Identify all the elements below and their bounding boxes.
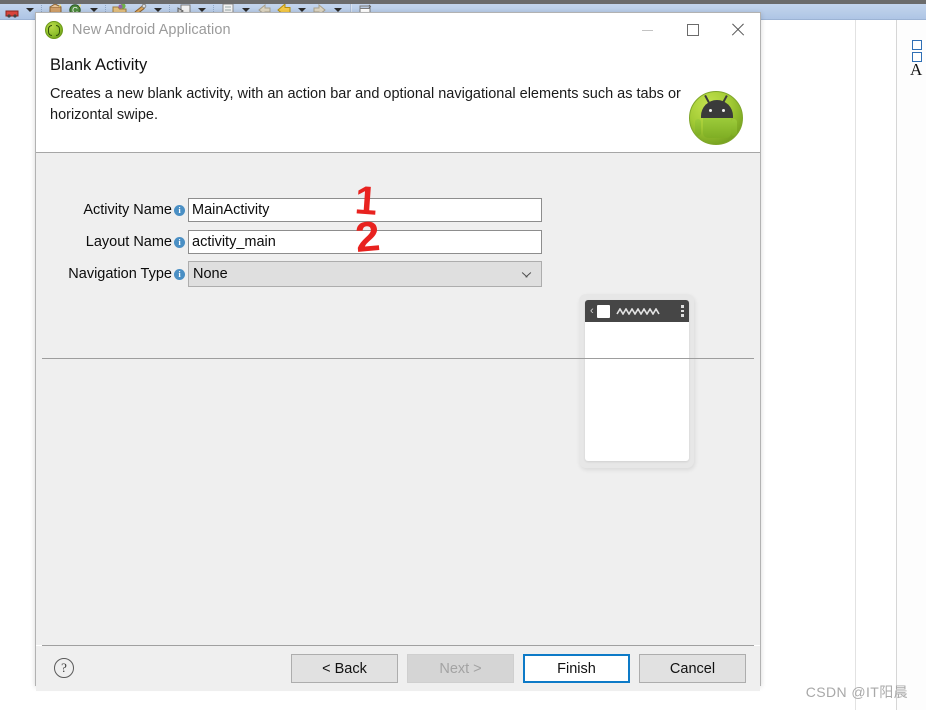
finish-button[interactable]: Finish — [523, 654, 630, 683]
toolbar-dropdown-arrow-icon-6[interactable] — [298, 7, 306, 12]
preview-action-bar: ‹ — [585, 300, 689, 322]
back-button[interactable]: < Back — [291, 654, 398, 683]
dialog-header: Blank Activity Creates a new blank activ… — [36, 47, 760, 152]
close-icon — [730, 22, 746, 38]
page-title: Blank Activity — [50, 56, 148, 74]
layout-name-input[interactable] — [188, 230, 542, 254]
next-button: Next > — [407, 654, 514, 683]
info-icon-navigation-type[interactable]: i — [174, 268, 185, 280]
activity-name-row: Activity Name i — [44, 198, 542, 222]
activity-form: Activity Name i Layout Name i Navigation… — [44, 198, 542, 294]
android-robot-icon — [689, 91, 743, 145]
navigation-type-combo[interactable]: None — [188, 261, 542, 287]
overflow-dot-3 — [681, 314, 684, 317]
overflow-menu-icon — [681, 305, 684, 317]
robot-body — [703, 118, 731, 138]
page-description: Creates a new blank activity, with an ac… — [50, 86, 681, 123]
maximize-icon — [686, 24, 699, 36]
outline-letter-a: A — [910, 60, 923, 79]
cancel-button[interactable]: Cancel — [639, 654, 746, 683]
window-controls — [625, 13, 760, 47]
preview-back-icon: ‹ — [590, 304, 594, 317]
close-button[interactable] — [715, 15, 760, 45]
body-separator — [42, 358, 754, 359]
robot-eye-right — [722, 109, 725, 112]
preview-title-placeholder — [615, 307, 677, 315]
preview-app-icon — [596, 304, 610, 318]
eclipse-right-strip — [896, 20, 926, 710]
outline-checkbox-1[interactable] — [912, 40, 922, 50]
maximize-button[interactable] — [670, 15, 715, 45]
activity-name-label: Activity Name — [83, 202, 172, 218]
footer-buttons: < Back Next > Finish Cancel — [291, 654, 746, 683]
info-icon-layout-name[interactable]: i — [174, 236, 185, 248]
overflow-dot-1 — [681, 305, 684, 308]
robot-head — [701, 100, 733, 118]
robot-arm-right — [731, 119, 737, 136]
minimize-button[interactable] — [625, 15, 670, 45]
overflow-dot-2 — [681, 309, 684, 313]
info-icon-activity-name[interactable]: i — [174, 204, 185, 216]
dialog-title: New Android Application — [72, 22, 231, 38]
android-wizard-icon — [45, 21, 63, 39]
layout-name-row: Layout Name i — [44, 230, 542, 254]
toolbar-dropdown-arrow-icon-4[interactable] — [198, 7, 206, 12]
help-icon[interactable]: ? — [54, 658, 74, 678]
minimize-icon — [642, 29, 653, 31]
preview-screen: ‹ — [585, 300, 689, 461]
dialog-body: Activity Name i Layout Name i Navigation… — [36, 153, 760, 645]
navigation-type-value: None — [193, 266, 228, 282]
new-android-application-dialog: New Android Application Blank Activity C… — [35, 12, 761, 691]
navigation-type-row: Navigation Type i None — [44, 261, 542, 287]
toolbar-dropdown-arrow-icon-2[interactable] — [90, 7, 98, 12]
toolbar-dropdown-arrow-icon-3[interactable] — [154, 7, 162, 12]
robot-eye-left — [709, 109, 712, 112]
activity-name-input[interactable] — [188, 198, 542, 222]
dialog-footer: ? < Back Next > Finish Cancel — [36, 646, 760, 691]
toolbar-dropdown-arrow-icon-5[interactable] — [242, 7, 250, 12]
chevron-down-icon — [522, 271, 531, 280]
dialog-titlebar: New Android Application — [36, 13, 760, 47]
phone-preview: ‹ — [579, 294, 694, 468]
watermark: CSDN @IT阳晨 — [805, 684, 908, 700]
toolbar-dropdown-arrow-icon[interactable] — [26, 7, 34, 12]
navigation-type-label: Navigation Type — [68, 266, 172, 282]
toolbar-dropdown-arrow-icon-7[interactable] — [334, 7, 342, 12]
robot-arm-left — [695, 119, 701, 136]
layout-name-label: Layout Name — [85, 234, 172, 250]
